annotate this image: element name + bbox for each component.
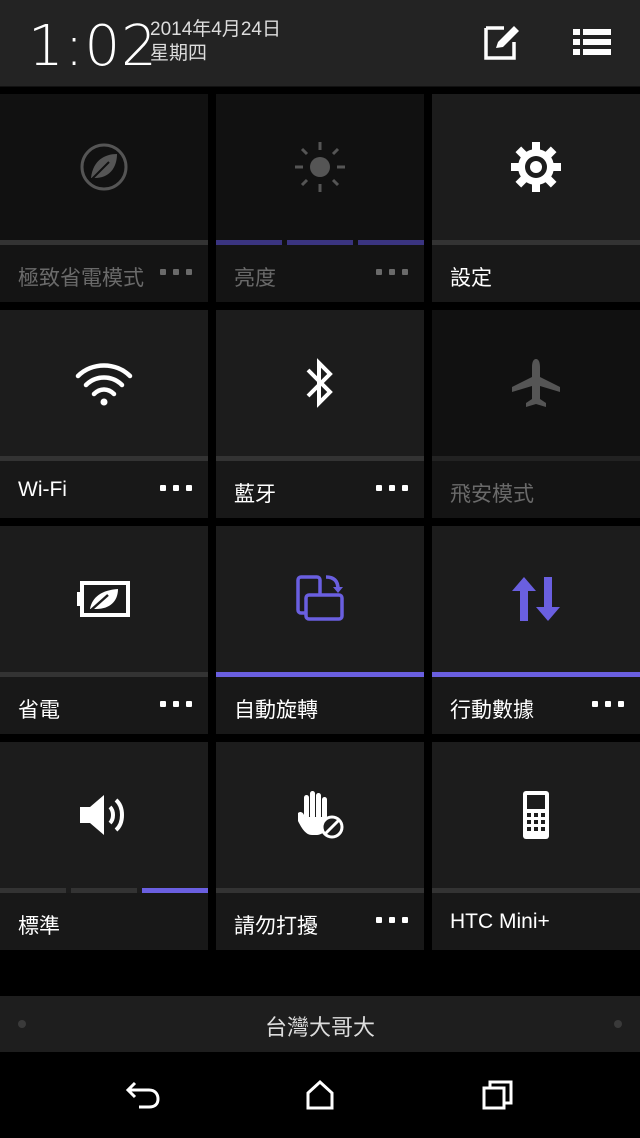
weekday-text: 星期四 — [150, 43, 208, 64]
tile-auto-rotate[interactable]: 自動旋轉 — [216, 526, 424, 734]
auto-rotate-icon — [296, 575, 344, 621]
tile-settings[interactable]: 設定 — [432, 94, 640, 302]
tile-label: 設定 — [450, 267, 492, 290]
tile-label: Wi-Fi — [18, 478, 67, 501]
tile-wifi[interactable]: Wi-Fi — [0, 310, 208, 518]
list-button[interactable] — [570, 20, 614, 64]
back-icon — [125, 1081, 160, 1109]
recent-apps-button[interactable] — [468, 1070, 528, 1120]
carrier-bar: 台灣大哥大 — [0, 996, 640, 1052]
brightness-icon — [295, 142, 345, 192]
edit-button[interactable] — [478, 20, 522, 64]
tile-power-saver[interactable]: 省電 — [0, 526, 208, 734]
date-block: 2014年4月24日 星期四 — [150, 18, 281, 66]
tile-airplane-mode[interactable]: 飛安模式 — [432, 310, 640, 518]
tile-extreme-power-saving[interactable]: 極致省電模式 — [0, 94, 208, 302]
do-not-disturb-icon — [298, 791, 344, 839]
home-icon — [306, 1079, 334, 1110]
more-button[interactable] — [376, 907, 408, 933]
tile-sound-profile[interactable]: 標準 — [0, 742, 208, 950]
bluetooth-icon — [306, 358, 333, 408]
tile-label: 標準 — [18, 915, 60, 938]
more-button[interactable] — [160, 259, 192, 285]
recent-apps-icon — [482, 1080, 513, 1110]
tile-brightness[interactable]: 亮度 — [216, 94, 424, 302]
tile-label: 亮度 — [234, 267, 276, 290]
page-dot-right — [614, 1020, 622, 1028]
tile-do-not-disturb[interactable]: 請勿打擾 — [216, 742, 424, 950]
list-icon — [573, 29, 611, 55]
tile-bluetooth[interactable]: 藍牙 — [216, 310, 424, 518]
airplane-icon — [512, 359, 560, 407]
battery-saver-icon — [77, 581, 130, 617]
tile-htc-mini[interactable]: HTC Mini+ — [432, 742, 640, 950]
date-text: 2014年4月24日 — [150, 19, 281, 40]
tile-label: 省電 — [18, 699, 60, 722]
carrier-name: 台灣大哥大 — [264, 1015, 375, 1040]
more-button[interactable] — [376, 475, 408, 501]
home-button[interactable] — [290, 1070, 350, 1120]
wifi-icon — [75, 363, 133, 406]
tile-label: HTC Mini+ — [450, 910, 550, 933]
tile-label: 藍牙 — [234, 483, 276, 506]
mobile-data-icon — [512, 577, 560, 621]
more-button[interactable] — [160, 475, 192, 501]
edit-icon — [484, 26, 519, 60]
back-button[interactable] — [113, 1070, 173, 1120]
tile-label: 自動旋轉 — [234, 699, 318, 722]
tile-mobile-data[interactable]: 行動數據 — [432, 526, 640, 734]
more-button[interactable] — [376, 259, 408, 285]
notification-header: 1:02 2014年4月24日 星期四 — [0, 0, 640, 87]
tile-label: 極致省電模式 — [18, 267, 144, 290]
more-button[interactable] — [592, 691, 624, 717]
volume-icon — [80, 795, 124, 835]
navigation-bar — [0, 1052, 640, 1138]
leaf-icon — [80, 143, 128, 191]
tile-label: 請勿打擾 — [234, 915, 318, 938]
gear-icon — [511, 142, 561, 192]
tile-label: 飛安模式 — [450, 483, 534, 506]
clock: 1:02 — [28, 14, 158, 79]
more-button[interactable] — [160, 691, 192, 717]
htc-mini-icon — [523, 791, 549, 839]
tile-label: 行動數據 — [450, 699, 534, 722]
